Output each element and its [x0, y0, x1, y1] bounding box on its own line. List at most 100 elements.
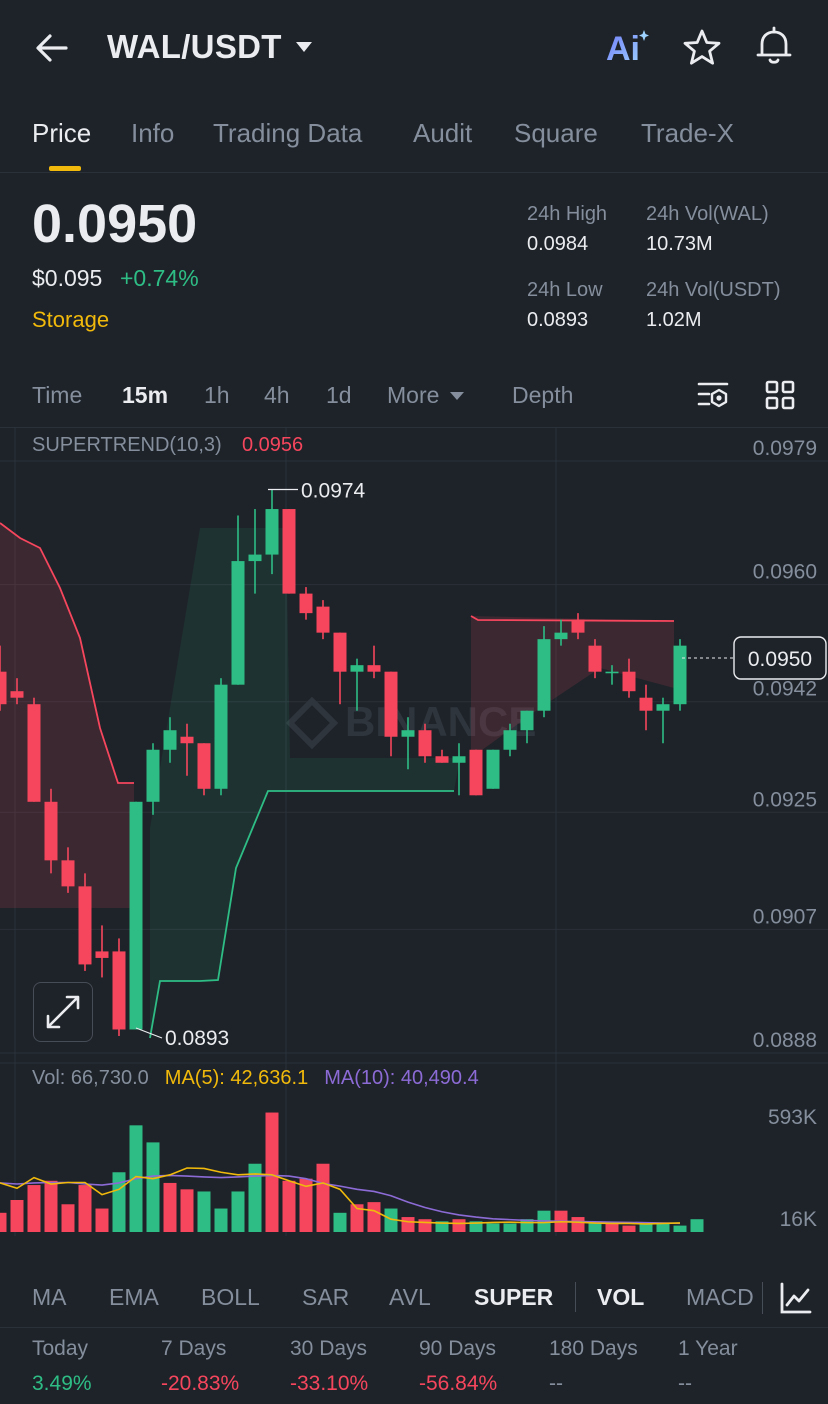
- min-price-label: 0.0893: [165, 1027, 229, 1050]
- candle-up: [537, 639, 551, 711]
- volume-bar: [503, 1223, 517, 1232]
- volume-bar: [265, 1112, 279, 1232]
- perf-value: -56.84%: [419, 1372, 498, 1395]
- interval-more-dropdown[interactable]: More: [387, 382, 465, 409]
- candle-up: [163, 730, 177, 750]
- candle-down: [435, 756, 449, 763]
- candle-up: [520, 710, 534, 731]
- volume-axis-label: 593K: [768, 1106, 817, 1129]
- volume-bar: [27, 1185, 41, 1232]
- indicator-super[interactable]: SUPER: [474, 1284, 553, 1311]
- volume-bar: [95, 1208, 109, 1232]
- tab-trading-data[interactable]: Trading Data: [213, 118, 362, 149]
- y-axis-label: 0.0888: [753, 1029, 817, 1052]
- perf-value: --: [678, 1372, 692, 1395]
- candle-down: [588, 645, 602, 672]
- candle-down: [418, 730, 432, 757]
- max-price-label: 0.0974: [301, 480, 366, 503]
- chart-settings-icon[interactable]: [697, 380, 731, 415]
- watermark-logo: [285, 696, 339, 750]
- indicator-divider: [575, 1282, 576, 1312]
- fullscreen-expand-icon[interactable]: [33, 982, 93, 1042]
- volume-bar: [163, 1182, 177, 1232]
- perf-label: 1 Year: [678, 1337, 738, 1360]
- price-chart[interactable]: BINANCE 0.0974 0.0893 0.0950 0.0979 0.0960 0.0…: [0, 427, 828, 1236]
- candle-up: [265, 509, 279, 555]
- indicator-ema[interactable]: EMA: [109, 1284, 159, 1311]
- candle-up: [350, 665, 364, 672]
- candle-down: [299, 593, 313, 614]
- stat-vol-base-label: 24h Vol(WAL): [646, 203, 769, 225]
- candle-up: [214, 684, 228, 789]
- active-tab-indicator: [49, 166, 81, 171]
- volume-bar: [197, 1191, 211, 1232]
- candle-down: [469, 749, 483, 796]
- pair-selector[interactable]: WAL/USDT: [107, 25, 314, 69]
- volume-bar: [180, 1189, 194, 1232]
- candle-down: [622, 671, 636, 692]
- ai-assistant-button[interactable]: Ai: [604, 26, 652, 68]
- pair-title: WAL/USDT: [107, 28, 282, 65]
- volume-bar: [333, 1212, 347, 1232]
- interval-more-label: More: [387, 382, 440, 408]
- interval-4h[interactable]: 4h: [264, 382, 290, 409]
- candle-up: [146, 749, 160, 802]
- stat-vol-base-value: 10.73M: [646, 233, 713, 255]
- perf-value: --: [549, 1372, 563, 1395]
- candle-down: [10, 691, 24, 698]
- y-axis-label: 0.0979: [753, 437, 817, 460]
- indicator-macd[interactable]: MACD: [686, 1284, 754, 1311]
- back-arrow-icon[interactable]: [30, 26, 74, 70]
- candle-down: [44, 801, 58, 861]
- volume-bar: [656, 1223, 670, 1232]
- candle-up: [248, 554, 262, 562]
- interval-1h[interactable]: 1h: [204, 382, 230, 409]
- tab-trade-x[interactable]: Trade-X: [641, 118, 734, 149]
- indicator-ma[interactable]: MA: [32, 1284, 67, 1311]
- perf-value: 3.49%: [32, 1372, 92, 1395]
- candle-up: [129, 801, 143, 1030]
- min-marker-line: [135, 1027, 163, 1039]
- perf-label: 7 Days: [161, 1337, 227, 1360]
- volume-bar: [78, 1185, 92, 1232]
- indicator-settings-button[interactable]: [760, 1278, 828, 1320]
- category-tag[interactable]: Storage: [32, 307, 109, 333]
- tab-square[interactable]: Square: [514, 118, 598, 149]
- stat-low-value: 0.0893: [527, 309, 589, 331]
- interval-depth[interactable]: Depth: [512, 382, 573, 409]
- interval-15m[interactable]: 15m: [122, 382, 168, 409]
- notification-bell-icon[interactable]: [752, 24, 796, 68]
- top-bar: WAL/USDT Ai: [0, 0, 828, 95]
- indicator-boll[interactable]: BOLL: [201, 1284, 260, 1311]
- favorite-star-icon[interactable]: [680, 26, 724, 70]
- layout-grid-icon[interactable]: [764, 379, 796, 416]
- indicator-vol[interactable]: VOL: [597, 1284, 644, 1311]
- volume-bar: [316, 1163, 330, 1232]
- volume-bar: [231, 1191, 245, 1232]
- candle-down: [78, 886, 92, 965]
- ma10-value: MA(10): 40,490.4: [324, 1067, 479, 1089]
- indicator-bar: MA EMA BOLL SAR AVL SUPER VOL MACD: [0, 1268, 828, 1328]
- tab-price[interactable]: Price: [32, 118, 91, 149]
- candle-up: [401, 730, 415, 737]
- candle-down: [639, 697, 653, 711]
- caret-down-icon: [295, 42, 312, 52]
- interval-time[interactable]: Time: [32, 382, 82, 409]
- candle-down: [282, 509, 296, 594]
- volume-legend: Vol: 66,730.0 MA(5): 42,636.1 MA(10): 40…: [32, 1067, 479, 1090]
- interval-1d[interactable]: 1d: [326, 382, 352, 409]
- last-price: 0.0950: [32, 194, 198, 254]
- candle-up: [605, 671, 619, 674]
- candle-up: [452, 756, 466, 763]
- indicator-avl[interactable]: AVL: [389, 1284, 431, 1311]
- candlestick-chart-svg[interactable]: BINANCE0.09740.08930.09500.09790.09600.0…: [0, 428, 828, 1236]
- stat-low-label: 24h Low: [527, 279, 603, 301]
- perf-value: -20.83%: [161, 1372, 240, 1395]
- volume-bar: [690, 1219, 704, 1232]
- indicator-sar[interactable]: SAR: [302, 1284, 349, 1311]
- volume-bar: [418, 1219, 432, 1232]
- candle-down: [180, 736, 194, 744]
- tab-info[interactable]: Info: [131, 118, 174, 149]
- tab-audit[interactable]: Audit: [413, 118, 472, 149]
- perf-label: Today: [32, 1337, 89, 1360]
